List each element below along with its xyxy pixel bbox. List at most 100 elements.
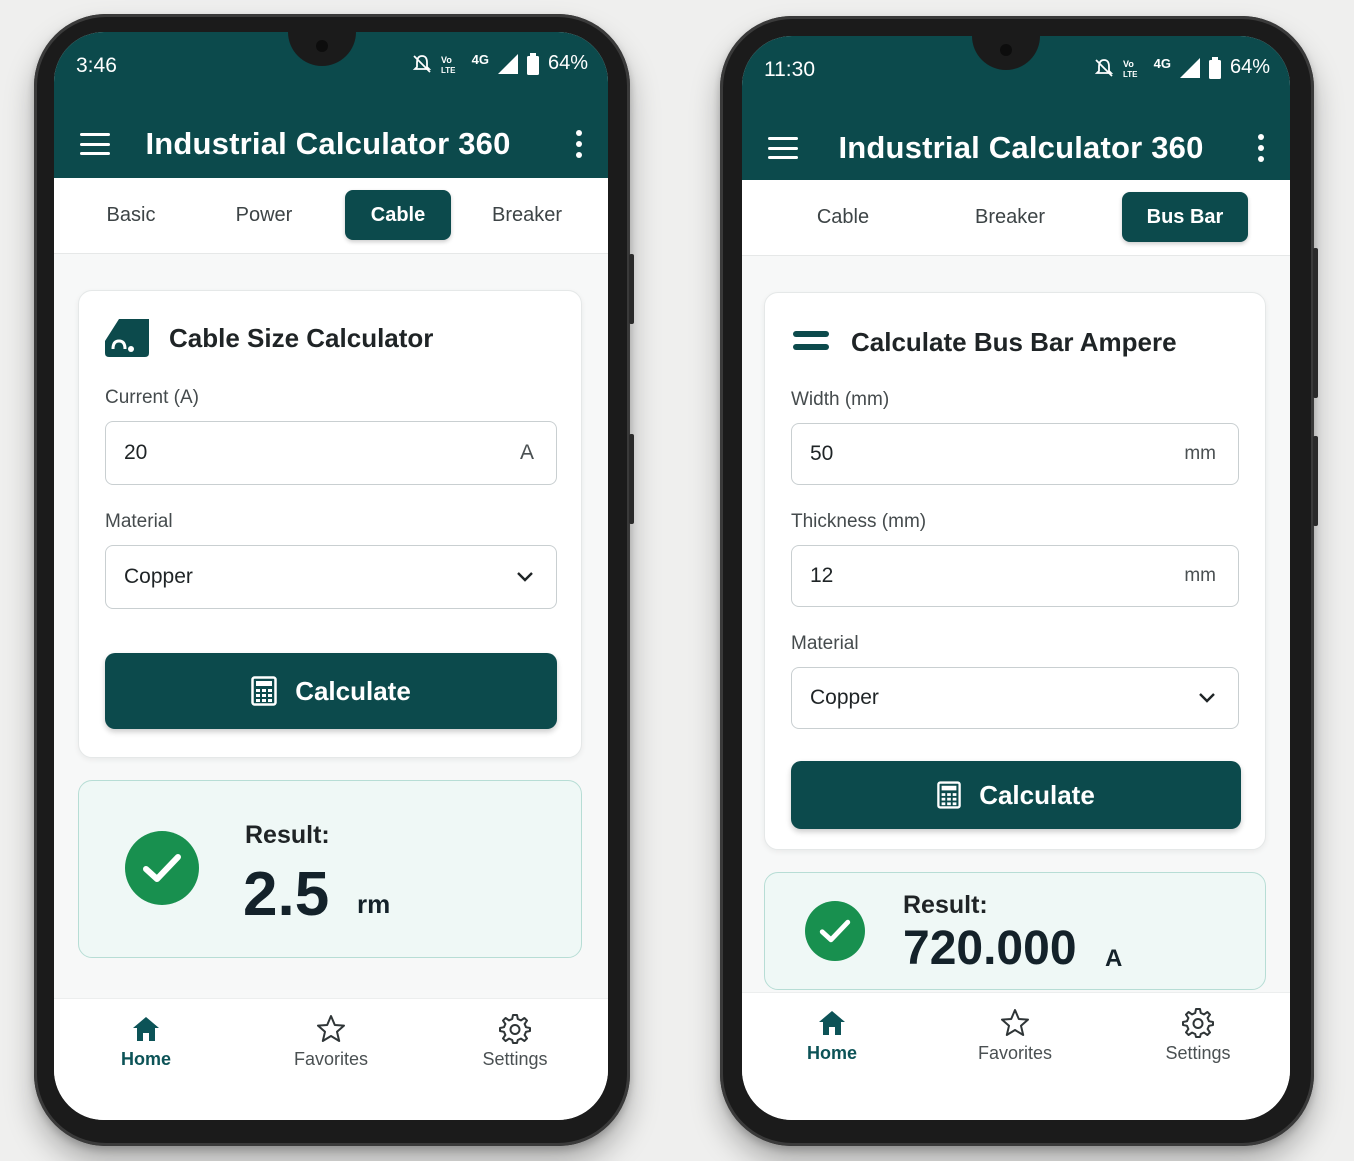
material-label: Material (105, 511, 173, 532)
tab-bar: Basic Power Cable Breaker (54, 178, 608, 254)
tab-cable[interactable]: Cable (345, 190, 451, 240)
result-unit: rm (357, 889, 391, 919)
svg-text:Vo: Vo (441, 55, 452, 65)
material-select[interactable]: Copper (105, 545, 557, 609)
star-icon (317, 1015, 345, 1042)
tab-bar: Cable Breaker Bus Bar (742, 180, 1290, 256)
status-icons: Vo LTE 4G 64% (1094, 56, 1270, 79)
phone-left: 3:46 Vo LTE 4G 64% Industrial Calculator … (34, 14, 634, 1146)
tab-breaker[interactable]: Breaker (960, 192, 1060, 242)
result-label: Result: (903, 891, 988, 919)
tab-bus-bar[interactable]: Bus Bar (1122, 192, 1248, 242)
check-icon (125, 831, 199, 905)
more-options-icon[interactable] (1258, 134, 1264, 162)
screen: 11:30 Vo LTE 4G 64% Industrial Calculator… (742, 36, 1290, 1120)
calculator-icon (251, 676, 277, 706)
card-title: Cable Size Calculator (169, 323, 434, 353)
result-panel: Result: 2.5 rm (78, 780, 582, 958)
chevron-down-icon (1199, 693, 1215, 703)
app-bar: 3:46 Vo LTE 4G 64% Industrial Calculator … (54, 32, 608, 178)
status-time: 3:46 (76, 54, 117, 77)
power-button (1313, 248, 1318, 398)
tab-basic[interactable]: Basic (88, 190, 174, 240)
svg-text:LTE: LTE (441, 66, 456, 74)
battery-percent: 64% (547, 52, 588, 74)
calculate-button[interactable]: Calculate (105, 653, 557, 729)
calculate-label: Calculate (295, 675, 411, 706)
app-bar: 11:30 Vo LTE 4G 64% Industrial Calculator… (742, 36, 1290, 180)
status-time: 11:30 (764, 58, 815, 81)
battery-icon (526, 52, 539, 75)
current-input[interactable]: 20 A (105, 421, 557, 485)
status-icons: Vo LTE 4G 64% (412, 52, 588, 75)
nav-settings[interactable]: Settings (1138, 1007, 1258, 1064)
tab-cable[interactable]: Cable (798, 192, 888, 242)
volte-icon: VoLTE (1123, 59, 1138, 78)
result-value: 720.000 (903, 922, 1077, 975)
nav-favorites[interactable]: Favorites (271, 1013, 391, 1070)
width-value: 50 (810, 442, 834, 465)
material-value: Copper (810, 686, 879, 709)
calculate-label: Calculate (979, 779, 1095, 810)
title-bar: Industrial Calculator 360 (742, 118, 1290, 178)
app-title: Industrial Calculator 360 (838, 130, 1204, 165)
width-input[interactable]: 50 mm (791, 423, 1239, 485)
current-unit: A (519, 441, 534, 464)
mute-icon (412, 54, 431, 73)
calculator-card: Calculate Bus Bar Ampere Width (mm) 50 m… (764, 292, 1266, 850)
gear-icon (1182, 1008, 1214, 1038)
result-label: Result: (245, 821, 330, 849)
signal-icon (497, 53, 518, 74)
card-title: Calculate Bus Bar Ampere (851, 327, 1177, 357)
result-unit: A (1105, 945, 1123, 972)
volte-icon: VoLTE (441, 55, 456, 74)
bus-bar-icon (793, 331, 829, 350)
nav-home-label: Home (120, 1049, 171, 1069)
battery-icon (1208, 56, 1221, 79)
title-bar: Industrial Calculator 360 (54, 114, 608, 174)
app-title: Industrial Calculator 360 (145, 126, 511, 161)
signal-icon (1179, 57, 1200, 78)
thickness-unit: mm (1184, 565, 1216, 586)
result-value: 2.5 (243, 860, 330, 929)
more-options-icon[interactable] (576, 130, 582, 158)
material-value: Copper (124, 565, 193, 588)
tab-breaker[interactable]: Breaker (482, 190, 572, 240)
gear-icon (499, 1014, 531, 1044)
nav-home[interactable]: Home (86, 1013, 206, 1070)
svg-text:LTE: LTE (1123, 70, 1138, 78)
tab-power[interactable]: Power (220, 190, 308, 240)
thickness-input[interactable]: 12 mm (791, 545, 1239, 607)
calculate-button[interactable]: Calculate (791, 761, 1241, 829)
current-value: 20 (124, 441, 148, 464)
power-button (629, 254, 634, 324)
calculator-icon (937, 781, 961, 809)
nav-settings-label: Settings (1165, 1043, 1231, 1063)
bottom-nav: Home Favorites Settings (54, 998, 608, 1120)
volume-button (1313, 436, 1318, 526)
nav-favorites[interactable]: Favorites (955, 1007, 1075, 1064)
material-select[interactable]: Copper (791, 667, 1239, 729)
current-label: Current (A) (105, 387, 199, 408)
width-label: Width (mm) (791, 389, 890, 410)
home-icon (819, 1011, 845, 1035)
nav-home-label: Home (806, 1043, 857, 1063)
screen: 3:46 Vo LTE 4G 64% Industrial Calculator … (54, 32, 608, 1120)
thickness-value: 12 (810, 564, 834, 587)
nav-settings[interactable]: Settings (455, 1013, 575, 1070)
mute-icon (1094, 58, 1113, 77)
nav-settings-label: Settings (482, 1049, 548, 1069)
calculator-card: Cable Size Calculator Current (A) 20 A M… (78, 290, 582, 758)
network-label: 4G (1153, 56, 1171, 71)
phone-right: 11:30 Vo LTE 4G 64% Industrial Calculator… (720, 16, 1318, 1146)
home-icon (133, 1017, 159, 1041)
nav-home[interactable]: Home (772, 1007, 892, 1064)
width-unit: mm (1184, 443, 1216, 464)
battery-percent: 64% (1229, 56, 1270, 78)
bottom-nav: Home Favorites Settings (742, 992, 1290, 1120)
nav-favorites-label: Favorites (977, 1043, 1053, 1063)
network-label: 4G (471, 52, 489, 67)
volume-button (629, 434, 634, 524)
material-label: Material (791, 633, 859, 654)
star-icon (1001, 1009, 1029, 1036)
